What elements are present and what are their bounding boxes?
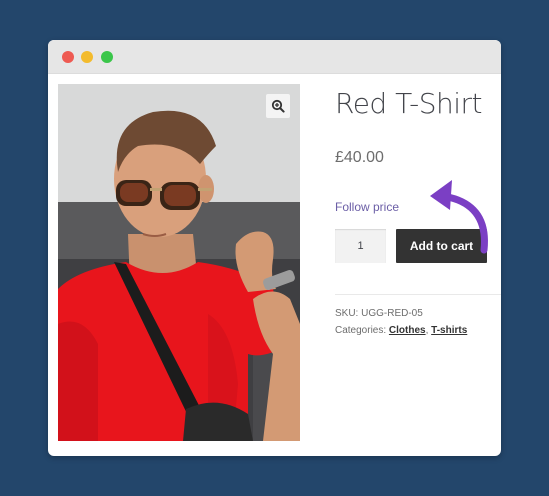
product-categories: Categories: Clothes, T-shirts [335, 325, 467, 336]
product-price: £40.00 [335, 149, 384, 166]
product-title: Red T-Shirt [335, 87, 483, 120]
category-link-tshirts[interactable]: T-shirts [431, 325, 467, 336]
follow-price-link[interactable]: Follow price [335, 200, 399, 214]
divider [335, 294, 501, 295]
quantity-input[interactable] [335, 229, 386, 263]
close-window-button[interactable] [62, 51, 74, 63]
product-image[interactable] [58, 84, 300, 441]
sku-label: SKU: [335, 308, 359, 319]
maximize-window-button[interactable] [101, 51, 113, 63]
category-link-clothes[interactable]: Clothes [389, 325, 426, 336]
window-titlebar [48, 40, 501, 74]
categories-label: Categories: [335, 325, 387, 336]
zoom-button[interactable] [266, 94, 290, 118]
curved-arrow-icon [430, 180, 488, 254]
minimize-window-button[interactable] [81, 51, 93, 63]
sku-value: UGG-RED-05 [361, 308, 423, 319]
product-photo [58, 84, 300, 441]
magnifier-plus-icon [271, 99, 285, 113]
product-sku: SKU: UGG-RED-05 [335, 308, 423, 319]
browser-window: Red T-Shirt £40.00 Follow price Add to c… [48, 40, 501, 456]
